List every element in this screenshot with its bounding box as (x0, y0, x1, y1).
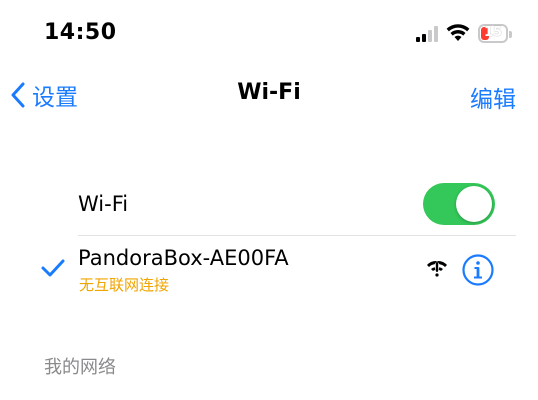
wifi-no-internet-icon (427, 260, 447, 277)
wifi-settings-screen: 14:50 15 设置 Wi-Fi 编辑 Wi-Fi PandoraBox-AE… (0, 0, 538, 400)
battery-icon: 15 (478, 24, 508, 43)
my-networks-header: 我的网络 (44, 357, 116, 378)
network-name[interactable]: PandoraBox-AE00FA (78, 246, 289, 270)
row-divider (78, 235, 516, 236)
checkmark-icon (41, 259, 65, 277)
battery-level: 15 (483, 25, 503, 40)
wifi-status-icon (446, 24, 470, 41)
status-time: 14:50 (44, 20, 117, 45)
wifi-toggle-label: Wi-Fi (78, 192, 129, 216)
edit-button[interactable]: 编辑 (470, 80, 516, 114)
page-title: Wi-Fi (237, 80, 301, 105)
toggle-knob (456, 186, 492, 222)
cellular-signal-icon (416, 26, 438, 42)
wifi-toggle-switch[interactable] (423, 183, 495, 225)
info-icon[interactable] (461, 253, 495, 287)
network-status: 无互联网连接 (79, 276, 170, 294)
battery-cap (509, 31, 512, 38)
